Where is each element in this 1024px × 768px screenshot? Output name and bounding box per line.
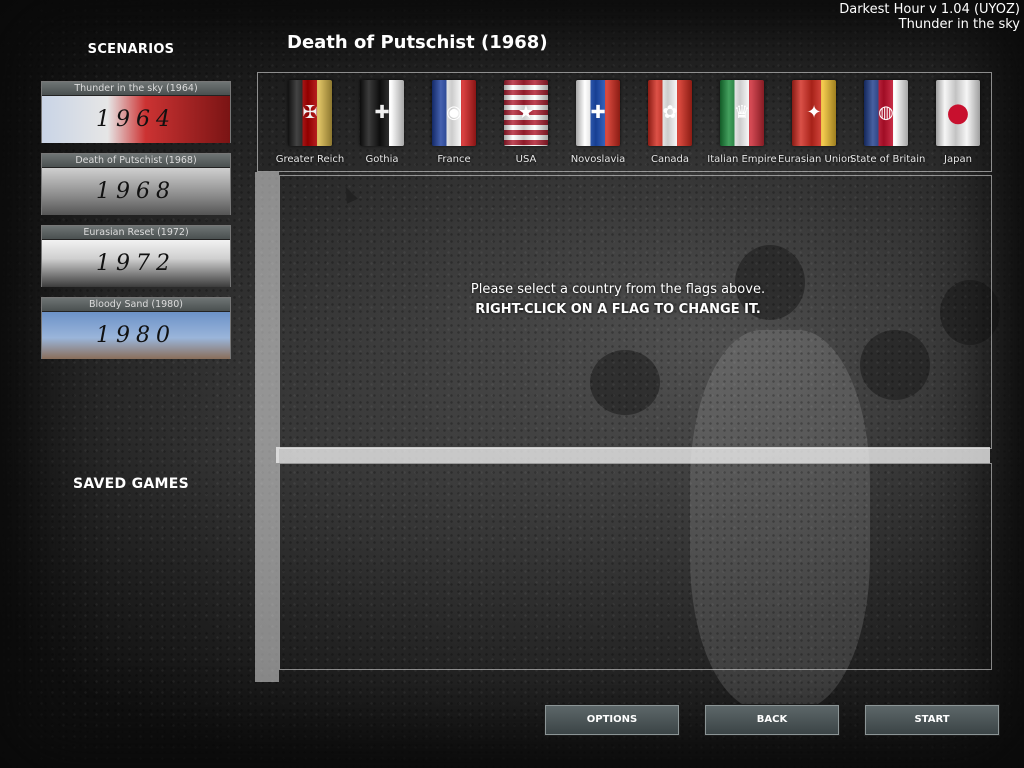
scenario-card-image: 1968 bbox=[42, 168, 230, 215]
flag-japan[interactable]: ● Japan bbox=[922, 80, 994, 165]
stars-icon: ★ bbox=[517, 102, 535, 123]
sun-icon: ● bbox=[946, 98, 970, 128]
scenario-card-label: Death of Putschist (1968) bbox=[42, 154, 230, 168]
scenario-card-1972[interactable]: Eurasian Reset (1972) 1972 bbox=[41, 225, 231, 287]
select-country-message: Please select a country from the flags a… bbox=[470, 282, 766, 297]
flag-italian-empire[interactable]: ♛ Italian Empire bbox=[706, 80, 778, 165]
flag-image: ♛ bbox=[720, 80, 764, 146]
flag-label: France bbox=[437, 154, 471, 165]
eagle-icon: ✠ bbox=[302, 102, 318, 123]
flag-image: ★ bbox=[504, 80, 548, 146]
flag-image: ✚ bbox=[360, 80, 404, 146]
scenario-card-image: 1980 bbox=[42, 312, 230, 359]
flag-state-of-britain[interactable]: ◍ State of Britain bbox=[850, 80, 926, 165]
flag-image: ✚ bbox=[576, 80, 620, 146]
flag-image: ◍ bbox=[864, 80, 908, 146]
scenario-title: Death of Putschist (1968) bbox=[287, 32, 548, 53]
scenario-card-image: 1964 bbox=[42, 96, 230, 143]
flag-france[interactable]: ◉ France bbox=[418, 80, 490, 165]
flag-novoslavia[interactable]: ✚ Novoslavia bbox=[562, 80, 634, 165]
active-scenario-label: Thunder in the sky bbox=[898, 17, 1020, 32]
scenario-card-label: Thunder in the sky (1964) bbox=[42, 82, 230, 96]
flag-label: USA bbox=[515, 154, 537, 165]
flag-label: Gothia bbox=[365, 154, 399, 165]
roundel-icon: ◉ bbox=[446, 102, 462, 123]
scenario-card-label: Bloody Sand (1980) bbox=[42, 298, 230, 312]
scenario-year-art: 1972 bbox=[96, 251, 176, 276]
flag-label: Canada bbox=[650, 154, 690, 165]
right-click-hint: RIGHT-CLICK ON A FLAG TO CHANGE IT. bbox=[475, 302, 761, 317]
start-button[interactable]: START bbox=[865, 705, 999, 735]
flag-image: ✠ bbox=[288, 80, 332, 146]
flag-label: Novoslavia bbox=[570, 154, 626, 165]
circle-icon: ◍ bbox=[878, 102, 894, 123]
flag-image: ◉ bbox=[432, 80, 476, 146]
scenario-card-1980[interactable]: Bloody Sand (1980) 1980 bbox=[41, 297, 231, 359]
saved-games-panel bbox=[279, 463, 992, 670]
scenario-year-art: 1964 bbox=[96, 107, 176, 132]
flag-eurasian-union[interactable]: ✦ Eurasian Union bbox=[778, 80, 854, 165]
version-label: Darkest Hour v 1.04 (UYOZ) bbox=[839, 2, 1020, 17]
flag-canada[interactable]: ✿ Canada bbox=[634, 80, 706, 165]
scenario-card-label: Eurasian Reset (1972) bbox=[42, 226, 230, 240]
scenario-card-1964[interactable]: Thunder in the sky (1964) 1964 bbox=[41, 81, 231, 143]
scenario-year-art: 1968 bbox=[96, 179, 176, 204]
panel-divider bbox=[276, 447, 990, 463]
scenario-year-art: 1980 bbox=[96, 323, 176, 348]
flag-greater-reich[interactable]: ✠ Greater Reich bbox=[274, 80, 346, 165]
back-button[interactable]: BACK bbox=[705, 705, 839, 735]
saved-games-title: SAVED GAMES bbox=[72, 476, 190, 492]
scenario-card-image: 1972 bbox=[42, 240, 230, 287]
cross-icon: ✚ bbox=[590, 102, 606, 123]
flag-label: State of Britain bbox=[850, 154, 926, 165]
flag-image: ✦ bbox=[792, 80, 836, 146]
cross-icon: ✚ bbox=[374, 102, 390, 123]
flag-image: ● bbox=[936, 80, 980, 146]
flag-label: Italian Empire bbox=[707, 154, 777, 165]
crest-icon: ♛ bbox=[733, 102, 751, 123]
panel-frame-left bbox=[255, 172, 279, 682]
flag-gothia[interactable]: ✚ Gothia bbox=[346, 80, 418, 165]
scenarios-title: SCENARIOS bbox=[87, 42, 175, 57]
options-button[interactable]: OPTIONS bbox=[545, 705, 679, 735]
star-icon: ✦ bbox=[806, 102, 822, 123]
flag-image: ✿ bbox=[648, 80, 692, 146]
flag-usa[interactable]: ★ USA bbox=[490, 80, 562, 165]
flag-label: Japan bbox=[944, 154, 972, 165]
leaf-icon: ✿ bbox=[662, 102, 678, 123]
version-info: Darkest Hour v 1.04 (UYOZ) Thunder in th… bbox=[839, 2, 1020, 32]
flag-label: Greater Reich bbox=[275, 154, 345, 165]
scenario-card-1968[interactable]: Death of Putschist (1968) 1968 bbox=[41, 153, 231, 215]
flag-label: Eurasian Union bbox=[778, 154, 854, 165]
